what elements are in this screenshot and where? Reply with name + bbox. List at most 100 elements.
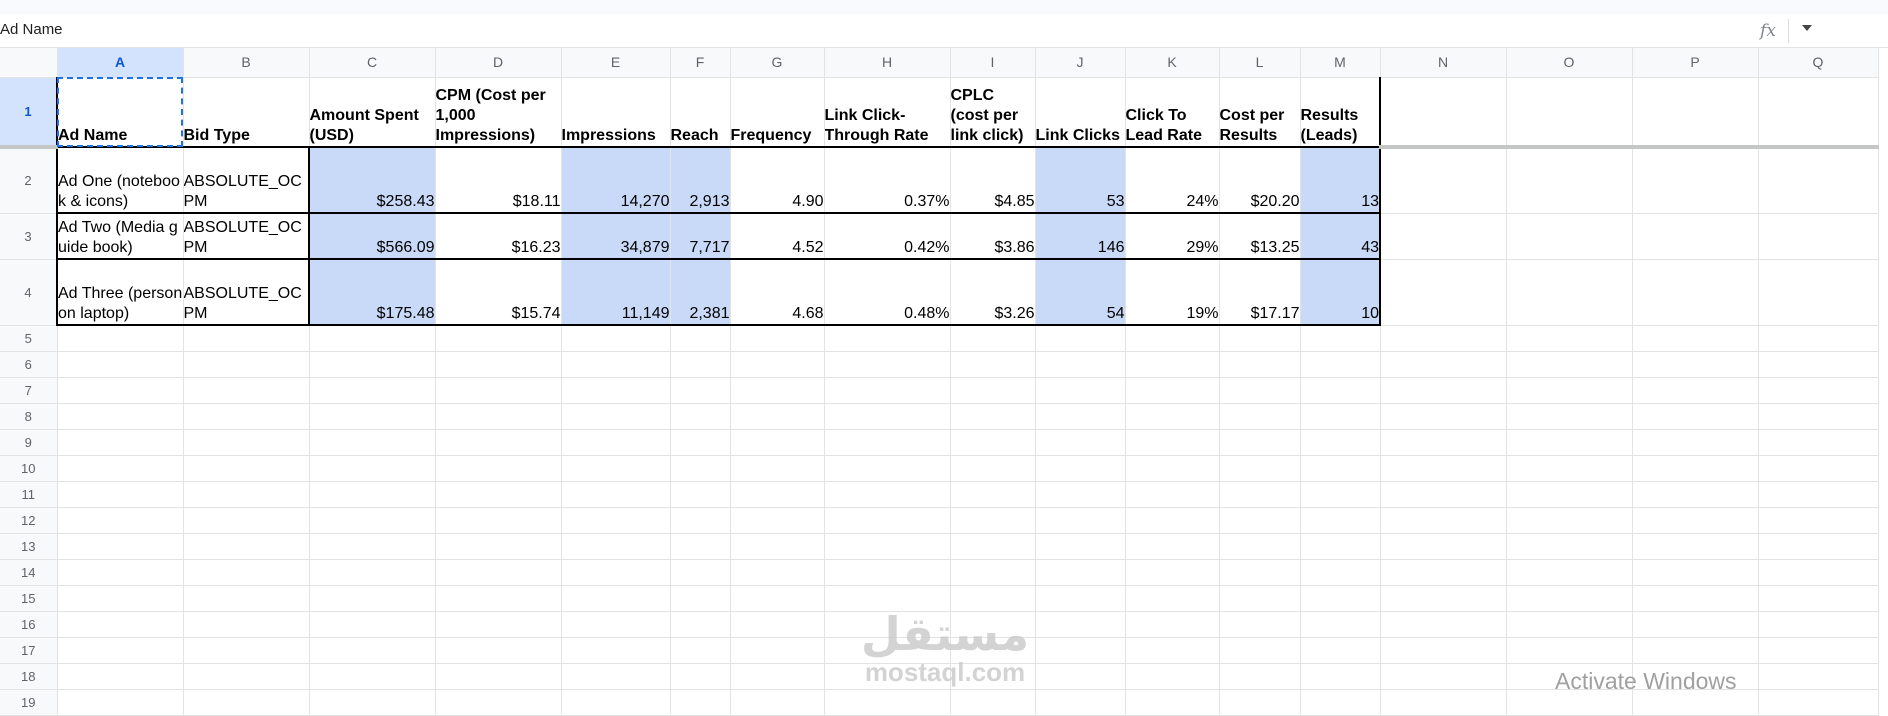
cell-c12[interactable] [309, 507, 436, 534]
cell-b10[interactable] [183, 455, 310, 482]
cell-e3[interactable]: 34,879 [561, 213, 671, 260]
cell-d19[interactable] [435, 689, 562, 716]
cell-e13[interactable] [561, 533, 671, 560]
cell-e1[interactable]: Impressions [561, 77, 671, 148]
row-header-19[interactable]: 19 [0, 689, 58, 716]
cell-b19[interactable] [183, 689, 310, 716]
cell-n4[interactable] [1380, 259, 1507, 326]
column-header-b[interactable]: B [183, 48, 310, 78]
cell-c2[interactable]: $258.43 [308, 146, 436, 214]
cell-j8[interactable] [1035, 403, 1126, 430]
cell-k1[interactable]: Click To Lead Rate [1125, 77, 1220, 148]
cell-p4[interactable] [1632, 259, 1759, 326]
cell-m10[interactable] [1300, 455, 1381, 482]
cell-f14[interactable] [670, 559, 731, 586]
column-header-n[interactable]: N [1380, 48, 1507, 78]
cell-l14[interactable] [1219, 559, 1301, 586]
cell-a19[interactable] [57, 689, 184, 716]
cell-m13[interactable] [1300, 533, 1381, 560]
cell-l8[interactable] [1219, 403, 1301, 430]
cell-f10[interactable] [670, 455, 731, 482]
row-header-16[interactable]: 16 [0, 611, 58, 638]
cell-o6[interactable] [1506, 351, 1633, 378]
cell-e6[interactable] [561, 351, 671, 378]
cell-q5[interactable] [1758, 325, 1879, 352]
cell-o7[interactable] [1506, 377, 1633, 404]
cell-j1[interactable]: Link Clicks [1035, 77, 1126, 148]
cell-l2[interactable]: $20.20 [1219, 146, 1301, 214]
cell-a5[interactable] [57, 325, 184, 352]
cell-n16[interactable] [1380, 611, 1507, 638]
cell-h4[interactable]: 0.48% [824, 259, 951, 326]
cell-h12[interactable] [824, 507, 951, 534]
row-header-17[interactable]: 17 [0, 637, 58, 664]
cell-j11[interactable] [1035, 481, 1126, 508]
cell-a8[interactable] [57, 403, 184, 430]
cell-i8[interactable] [950, 403, 1036, 430]
cell-a9[interactable] [57, 429, 184, 456]
cell-l12[interactable] [1219, 507, 1301, 534]
cell-h5[interactable] [824, 325, 951, 352]
cell-q16[interactable] [1758, 611, 1879, 638]
cell-o3[interactable] [1506, 213, 1633, 260]
cell-o2[interactable] [1506, 147, 1633, 214]
cell-i3[interactable]: $3.86 [950, 213, 1036, 260]
cell-h9[interactable] [824, 429, 951, 456]
cell-m18[interactable] [1300, 663, 1381, 690]
cell-h6[interactable] [824, 351, 951, 378]
cell-n1[interactable] [1380, 77, 1507, 149]
cell-b3[interactable]: ABSOLUTE_OCPM [183, 213, 310, 260]
cell-i5[interactable] [950, 325, 1036, 352]
row-header-4[interactable]: 4 [0, 259, 58, 326]
cell-j2[interactable]: 53 [1035, 146, 1126, 214]
cell-e4[interactable]: 11,149 [561, 259, 671, 326]
cell-n8[interactable] [1380, 403, 1507, 430]
cell-a17[interactable] [57, 637, 184, 664]
cell-d11[interactable] [435, 481, 562, 508]
cell-l3[interactable]: $13.25 [1219, 213, 1301, 260]
cell-m2[interactable]: 13 [1300, 146, 1381, 214]
cell-b18[interactable] [183, 663, 310, 690]
cell-f18[interactable] [670, 663, 731, 690]
cell-b7[interactable] [183, 377, 310, 404]
column-header-a[interactable]: A [57, 48, 184, 78]
cell-c16[interactable] [309, 611, 436, 638]
select-all-corner[interactable] [0, 48, 58, 78]
cell-o17[interactable] [1506, 637, 1633, 664]
cell-l13[interactable] [1219, 533, 1301, 560]
cell-d2[interactable]: $18.11 [435, 146, 562, 214]
cell-d16[interactable] [435, 611, 562, 638]
cell-a6[interactable] [57, 351, 184, 378]
cell-l10[interactable] [1219, 455, 1301, 482]
cell-b5[interactable] [183, 325, 310, 352]
cell-b14[interactable] [183, 559, 310, 586]
cell-c8[interactable] [309, 403, 436, 430]
cell-b6[interactable] [183, 351, 310, 378]
cell-d5[interactable] [435, 325, 562, 352]
cell-n18[interactable] [1380, 663, 1507, 690]
cell-n11[interactable] [1380, 481, 1507, 508]
cell-f17[interactable] [670, 637, 731, 664]
cell-q12[interactable] [1758, 507, 1879, 534]
cell-m8[interactable] [1300, 403, 1381, 430]
cell-n13[interactable] [1380, 533, 1507, 560]
cell-k13[interactable] [1125, 533, 1220, 560]
cell-c18[interactable] [309, 663, 436, 690]
cell-i1[interactable]: CPLC (cost per link click) [950, 77, 1036, 148]
cell-a7[interactable] [57, 377, 184, 404]
column-header-p[interactable]: P [1632, 48, 1759, 78]
cell-f6[interactable] [670, 351, 731, 378]
cell-h13[interactable] [824, 533, 951, 560]
cell-o5[interactable] [1506, 325, 1633, 352]
cell-k16[interactable] [1125, 611, 1220, 638]
cell-k6[interactable] [1125, 351, 1220, 378]
cell-o14[interactable] [1506, 559, 1633, 586]
cell-q1[interactable] [1758, 77, 1879, 149]
cell-c15[interactable] [309, 585, 436, 612]
cell-e12[interactable] [561, 507, 671, 534]
cell-p11[interactable] [1632, 481, 1759, 508]
cell-c3[interactable]: $566.09 [308, 213, 436, 260]
cell-g13[interactable] [730, 533, 825, 560]
cell-c10[interactable] [309, 455, 436, 482]
cell-e7[interactable] [561, 377, 671, 404]
